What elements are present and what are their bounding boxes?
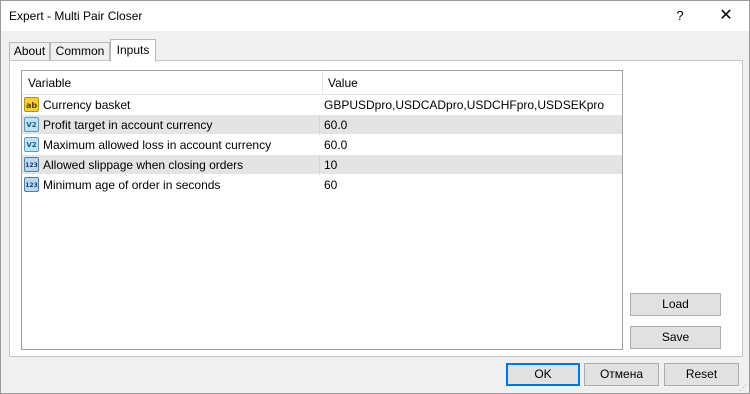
load-button[interactable]: Load [630, 293, 721, 316]
table-row[interactable]: 123 Minimum age of order in seconds 60 [22, 175, 622, 195]
variable-value[interactable]: 60.0 [324, 118, 347, 132]
double-icon: V2 [24, 137, 39, 152]
integer-icon: 123 [24, 157, 39, 172]
variable-value[interactable]: 60 [324, 178, 337, 192]
column-header-variable[interactable]: Variable [28, 76, 71, 90]
window-title: Expert - Multi Pair Closer [9, 9, 143, 23]
variable-value[interactable]: GBPUSDpro,USDCADpro,USDCHFpro,USDSEKpro [324, 98, 604, 112]
save-button[interactable]: Save [630, 326, 721, 349]
variable-name: Maximum allowed loss in account currency [43, 138, 272, 152]
double-icon: V2 [24, 117, 39, 132]
variable-name: Currency basket [43, 98, 131, 112]
resize-grip-icon[interactable]: ⋰ [739, 383, 749, 393]
tab-common[interactable]: Common [50, 42, 110, 61]
variable-value[interactable]: 10 [324, 158, 337, 172]
reset-button[interactable]: Reset [664, 363, 739, 386]
cancel-button[interactable]: Отмена [584, 363, 659, 386]
table-row[interactable]: ab Currency basket GBPUSDpro,USDCADpro,U… [22, 95, 622, 115]
table-row[interactable]: 123 Allowed slippage when closing orders… [22, 155, 622, 175]
inputs-panel: Variable Value ab Currency basket GBPUSD… [9, 60, 743, 357]
variable-value[interactable]: 60.0 [324, 138, 347, 152]
cell-divider [319, 155, 320, 175]
integer-icon: 123 [24, 177, 39, 192]
table-row[interactable]: V2 Maximum allowed loss in account curre… [22, 135, 622, 155]
tab-inputs[interactable]: Inputs [110, 39, 156, 62]
string-icon: ab [24, 97, 39, 112]
grid-header: Variable Value [22, 71, 622, 95]
inputs-grid: Variable Value ab Currency basket GBPUSD… [21, 70, 623, 350]
title-bar[interactable]: Expert - Multi Pair Closer ? ✕ [1, 1, 749, 31]
column-header-value[interactable]: Value [328, 76, 358, 90]
tab-about[interactable]: About [9, 42, 50, 61]
close-icon[interactable]: ✕ [703, 1, 749, 31]
variable-name: Minimum age of order in seconds [43, 178, 221, 192]
table-row[interactable]: V2 Profit target in account currency 60.… [22, 115, 622, 135]
ok-button[interactable]: OK [506, 363, 580, 386]
variable-name: Profit target in account currency [43, 118, 213, 132]
expert-dialog: Expert - Multi Pair Closer ? ✕ About Com… [0, 0, 750, 394]
cell-divider [319, 115, 320, 135]
grid-rows: ab Currency basket GBPUSDpro,USDCADpro,U… [22, 95, 622, 195]
help-icon[interactable]: ? [657, 1, 703, 31]
column-divider[interactable] [322, 71, 323, 95]
variable-name: Allowed slippage when closing orders [43, 158, 244, 172]
